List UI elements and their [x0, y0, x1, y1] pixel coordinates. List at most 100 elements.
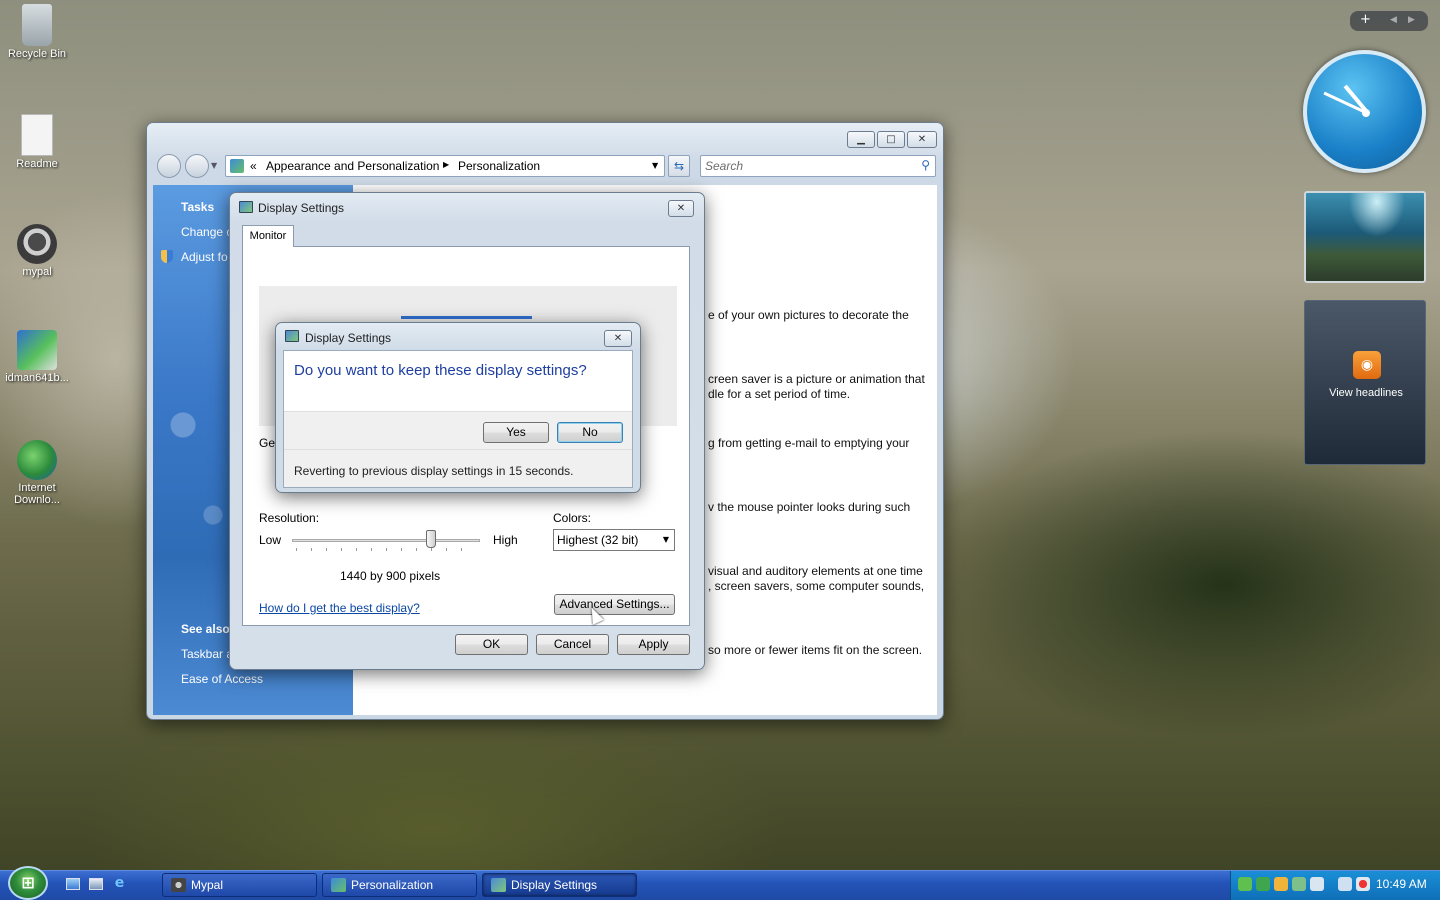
confirm-question: Do you want to keep these display settin…: [294, 362, 587, 379]
taskbar-item-label: Display Settings: [511, 878, 598, 892]
confirm-title: Display Settings: [305, 331, 392, 345]
update-icon[interactable]: [1256, 877, 1270, 891]
display-settings-description: so more or fewer items fit on the screen…: [708, 643, 923, 657]
desktop-icon-label: Internet Downlo...: [14, 482, 60, 506]
taskbar-item-personalization[interactable]: Personalization: [322, 873, 477, 897]
history-dropdown-icon[interactable]: ▼: [211, 161, 217, 170]
screen-saver-description: creen saver is a picture or animation th…: [708, 372, 925, 401]
clock[interactable]: 10:49 AM: [1376, 877, 1427, 891]
colors-label: Colors:: [553, 511, 592, 525]
divider: [284, 449, 632, 450]
resolution-low-label: Low: [259, 533, 282, 547]
display-tray-icon[interactable]: [1338, 877, 1352, 891]
yes-button[interactable]: Yes: [483, 422, 549, 443]
switch-windows-icon[interactable]: [89, 878, 103, 890]
apply-button[interactable]: Apply: [617, 634, 690, 655]
sidebar-controls[interactable]: + ◀ ▶: [1350, 11, 1428, 31]
network-icon[interactable]: [1238, 877, 1252, 891]
sync-icon[interactable]: [1310, 877, 1324, 891]
colors-select[interactable]: Highest (32 bit) ▼: [553, 529, 675, 551]
tasks-heading: Tasks: [181, 200, 215, 214]
text-file-icon: [21, 114, 53, 156]
monitor-preview-highlight: [401, 316, 532, 319]
add-gadget-icon[interactable]: +: [1360, 12, 1371, 27]
desktop-icon-readme[interactable]: Readme: [0, 114, 74, 170]
advanced-settings-button[interactable]: Advanced Settings...: [554, 594, 675, 615]
volume-muted-icon[interactable]: [1356, 877, 1370, 891]
mouse-pointers-description: v the mouse pointer looks during such: [708, 500, 911, 514]
slider-ticks: [296, 548, 476, 551]
dialog-close-button[interactable]: ✕: [668, 200, 694, 217]
ok-button[interactable]: OK: [455, 634, 528, 655]
desktop-icon-idman[interactable]: idman641b...: [0, 330, 74, 384]
breadcrumb-personalization[interactable]: Personalization: [458, 159, 540, 173]
installer-icon: [17, 330, 57, 370]
theme-description: visual and auditory elements at one time…: [708, 564, 925, 593]
internet-explorer-icon[interactable]: e: [112, 876, 127, 891]
slider-track: [292, 539, 480, 542]
best-display-help-link[interactable]: How do I get the best display?: [259, 601, 420, 615]
defender-icon[interactable]: [1292, 877, 1306, 891]
breadcrumb-appearance[interactable]: Appearance and Personalization: [266, 159, 439, 173]
clock-gadget[interactable]: [1303, 50, 1426, 173]
dialog-title: Display Settings: [258, 201, 345, 215]
task-link-change[interactable]: Change c: [181, 225, 232, 239]
minimize-button[interactable]: ▁: [847, 131, 875, 148]
taskbar-item-mypal[interactable]: Mypal: [162, 873, 317, 897]
taskbar-item-label: Personalization: [351, 878, 434, 892]
recycle-bin-icon: [22, 4, 52, 46]
maximize-button[interactable]: □: [877, 131, 905, 148]
close-button[interactable]: ✕: [907, 131, 937, 148]
resolution-value: 1440 by 900 pixels: [340, 569, 441, 583]
taskbar-item-display-settings[interactable]: Display Settings: [482, 873, 637, 897]
monitor-tab[interactable]: Monitor: [242, 225, 294, 247]
desktop-icon-recycle-bin[interactable]: Recycle Bin: [0, 4, 74, 60]
next-icon[interactable]: ▶: [1408, 15, 1415, 25]
confirm-button-band: Yes No Reverting to previous display set…: [284, 411, 632, 487]
confirm-body: Do you want to keep these display settin…: [283, 350, 633, 488]
previous-icon[interactable]: ◀: [1390, 15, 1397, 25]
rss-feed-icon: ◉: [1353, 351, 1381, 379]
control-panel-icon: [331, 878, 346, 892]
see-also-ease-link[interactable]: Ease of Access: [181, 672, 263, 686]
cancel-button[interactable]: Cancel: [536, 634, 609, 655]
mypal-icon: [17, 224, 57, 264]
breadcrumb-separator-icon[interactable]: ▶: [443, 160, 449, 169]
confirm-close-button[interactable]: ✕: [604, 330, 632, 347]
no-button[interactable]: No: [557, 422, 623, 443]
resolution-high-label: High: [493, 533, 518, 547]
desktop-icon-mypal[interactable]: mypal: [0, 224, 74, 278]
back-button[interactable]: [157, 154, 181, 178]
colors-select-value: Highest (32 bit): [557, 533, 639, 547]
see-also-heading: See also: [181, 622, 230, 636]
desktop-icon-label: Readme: [16, 158, 58, 170]
download-manager-icon: [17, 440, 57, 480]
refresh-button[interactable]: ⇆: [668, 155, 690, 177]
control-panel-icon: [230, 159, 244, 173]
show-desktop-icon[interactable]: [66, 878, 80, 890]
chevron-down-icon: ▼: [662, 535, 669, 544]
forward-button[interactable]: [185, 154, 209, 178]
address-bar[interactable]: « Appearance and Personalization ▶ Perso…: [225, 155, 665, 177]
breadcrumb-root[interactable]: «: [250, 159, 257, 173]
slider-thumb[interactable]: [426, 530, 436, 548]
search-icon[interactable]: ⚲: [921, 158, 930, 172]
address-dropdown-icon[interactable]: ▼: [652, 161, 658, 170]
desktop-background-description: e of your own pictures to decorate the: [708, 308, 909, 322]
security-shield-icon[interactable]: [1274, 877, 1288, 891]
view-headlines-link[interactable]: View headlines: [1305, 387, 1427, 399]
confirm-dialog: Display Settings ✕ Do you want to keep t…: [275, 322, 641, 493]
task-link-adjust[interactable]: Adjust fo: [181, 250, 228, 264]
slideshow-gadget[interactable]: [1304, 191, 1426, 283]
revert-countdown: Reverting to previous display settings i…: [294, 464, 574, 478]
clock-center: [1362, 109, 1370, 117]
desktop-icon-idm[interactable]: Internet Downlo...: [0, 440, 74, 506]
search-input[interactable]: Search: [705, 159, 743, 173]
search-box[interactable]: Search ⚲: [700, 155, 936, 177]
start-button[interactable]: ⊞: [8, 866, 48, 900]
resolution-slider[interactable]: [292, 530, 480, 552]
mypal-icon: [171, 878, 186, 892]
feed-headlines-gadget[interactable]: ◉ View headlines: [1304, 300, 1426, 465]
taskbar-item-label: Mypal: [191, 878, 224, 892]
see-also-taskbar-link[interactable]: Taskbar a: [181, 647, 233, 661]
